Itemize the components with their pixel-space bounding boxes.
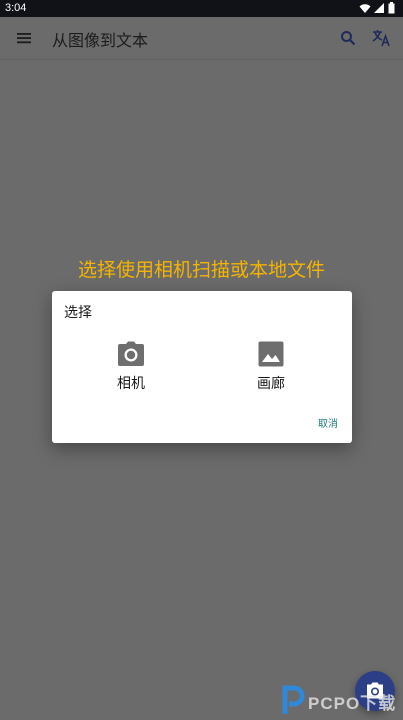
- source-picker-dialog: 选择 相机 画廊 取消: [52, 291, 352, 443]
- battery-icon: [388, 2, 395, 14]
- camera-icon: [118, 341, 144, 366]
- gallery-option[interactable]: 画廊: [241, 341, 301, 397]
- app-bar: 从图像到文本: [0, 17, 403, 60]
- image-icon: [258, 341, 284, 367]
- translate-icon[interactable]: [371, 28, 391, 48]
- signal-icon: [374, 3, 384, 13]
- status-time: 3:04: [5, 2, 27, 14]
- camera-option-label: 相机: [117, 376, 145, 392]
- search-icon[interactable]: [339, 29, 357, 47]
- status-bar: 3:04: [0, 0, 403, 17]
- wifi-icon: [359, 4, 371, 13]
- camera-option[interactable]: 相机: [101, 341, 161, 397]
- gallery-option-label: 画廊: [257, 376, 285, 392]
- cancel-button[interactable]: 取消: [318, 415, 338, 430]
- watermark-text: PCPO下载: [308, 694, 397, 713]
- scan-hint-text: 选择使用相机扫描或本地文件: [77, 259, 325, 281]
- menu-icon[interactable]: [16, 30, 32, 46]
- p-logo-icon: [282, 685, 305, 714]
- app-title: 从图像到文本: [52, 31, 149, 50]
- status-icons: [356, 2, 395, 15]
- watermark: PCPO下载: [280, 684, 400, 716]
- dialog-title: 选择: [64, 305, 92, 321]
